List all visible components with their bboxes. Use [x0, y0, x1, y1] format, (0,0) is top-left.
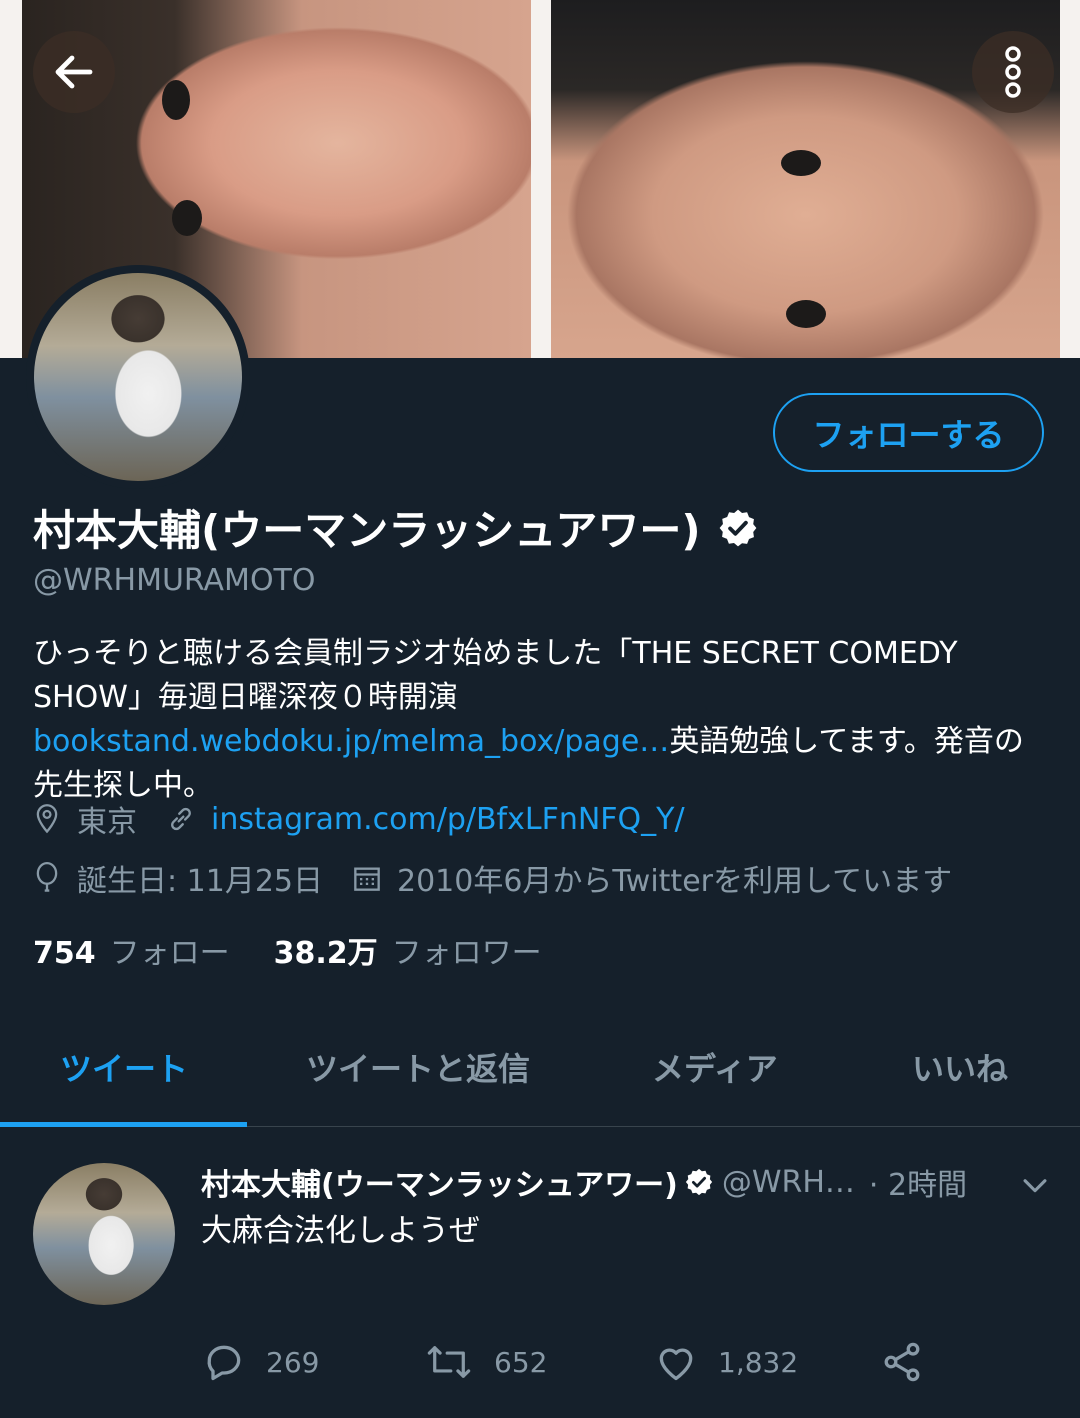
profile-meta-row-1: 東京 instagram.com/p/BfxLFnNFQ_Y/: [33, 797, 685, 841]
profile-name-text: 村本大輔(ウーマンラッシュアワー): [33, 506, 701, 555]
follow-counts: 754 フォロー 38.2万 フォロワー: [33, 928, 586, 972]
share-button[interactable]: [880, 1340, 944, 1384]
profile-avatar-image: [34, 273, 242, 481]
profile-location: 東京: [77, 805, 137, 840]
follow-button[interactable]: フォローする: [773, 393, 1044, 472]
tweet-author-handle: @WRH…: [721, 1164, 855, 1200]
bio-text: ひっそりと聴ける会員制ラジオ始めました「THE SECRET COMEDY SH…: [33, 636, 958, 715]
link-icon: [167, 805, 195, 833]
tweet-header: 村本大輔(ウーマンラッシュアワー) @WRH… · 2時間: [201, 1160, 967, 1204]
profile-tabs: ツイート ツイートと返信 メディア いいね: [0, 1030, 1080, 1127]
reply-icon: [202, 1340, 246, 1384]
followers-link[interactable]: 38.2万 フォロワー: [274, 936, 586, 971]
tab-tweets[interactable]: ツイート: [60, 1044, 188, 1090]
tweet-text: 大麻合法化しようぜ: [201, 1213, 480, 1249]
retweet-icon: [424, 1340, 474, 1384]
followers-label: フォロワー: [391, 936, 542, 971]
balloon-icon: [33, 862, 61, 894]
retweet-count: 652: [494, 1345, 548, 1379]
profile-avatar[interactable]: [26, 265, 250, 489]
verified-badge-icon: [719, 509, 756, 546]
reply-button[interactable]: 269: [202, 1340, 319, 1384]
like-button[interactable]: 1,832: [654, 1340, 798, 1384]
more-vertical-icon: [1005, 46, 1021, 98]
profile-birthday: 誕生日: 11月25日: [77, 864, 323, 899]
profile-handle: @WRHMURAMOTO: [33, 563, 316, 598]
tab-tweets-and-replies[interactable]: ツイートと返信: [306, 1044, 530, 1090]
profile-joined-date: 2010年6月からTwitterを利用しています: [397, 864, 953, 899]
verified-badge-icon: [685, 1168, 712, 1196]
back-button[interactable]: [33, 31, 115, 113]
more-options-button[interactable]: [972, 31, 1054, 113]
bio-link[interactable]: bookstand.webdoku.jp/melma_box/page…: [33, 724, 669, 759]
active-tab-indicator: [0, 1122, 247, 1127]
location-icon: [33, 803, 61, 835]
tweet-timestamp: · 2時間: [868, 1168, 968, 1203]
following-count: 754: [33, 936, 96, 971]
tweet-menu-button[interactable]: [1018, 1168, 1052, 1206]
profile-bio: ひっそりと聴ける会員制ラジオ始めました「THE SECRET COMEDY SH…: [33, 632, 1048, 808]
tab-likes[interactable]: いいね: [912, 1044, 1008, 1090]
chevron-down-icon: [1023, 1179, 1047, 1193]
reply-count: 269: [266, 1345, 320, 1379]
tweet-avatar[interactable]: [33, 1163, 175, 1305]
following-link[interactable]: 754 フォロー: [33, 936, 274, 971]
arrow-left-icon: [55, 55, 93, 89]
followers-count: 38.2万: [273, 936, 378, 971]
heart-icon: [654, 1340, 698, 1384]
following-label: フォロー: [109, 936, 230, 971]
share-icon: [880, 1340, 924, 1384]
profile-website-link[interactable]: instagram.com/p/BfxLFnNFQ_Y/: [211, 802, 685, 837]
profile-meta-row-2: 誕生日: 11月25日 2010年6月からTwitterを利用しています: [33, 856, 952, 900]
retweet-button[interactable]: 652: [424, 1340, 547, 1384]
calendar-icon: [353, 864, 381, 892]
profile-name: 村本大輔(ウーマンラッシュアワー): [33, 497, 759, 558]
tab-media[interactable]: メディア: [652, 1044, 778, 1090]
like-count: 1,832: [718, 1345, 799, 1379]
tweet-author-name[interactable]: 村本大輔(ウーマンラッシュアワー): [201, 1160, 678, 1204]
